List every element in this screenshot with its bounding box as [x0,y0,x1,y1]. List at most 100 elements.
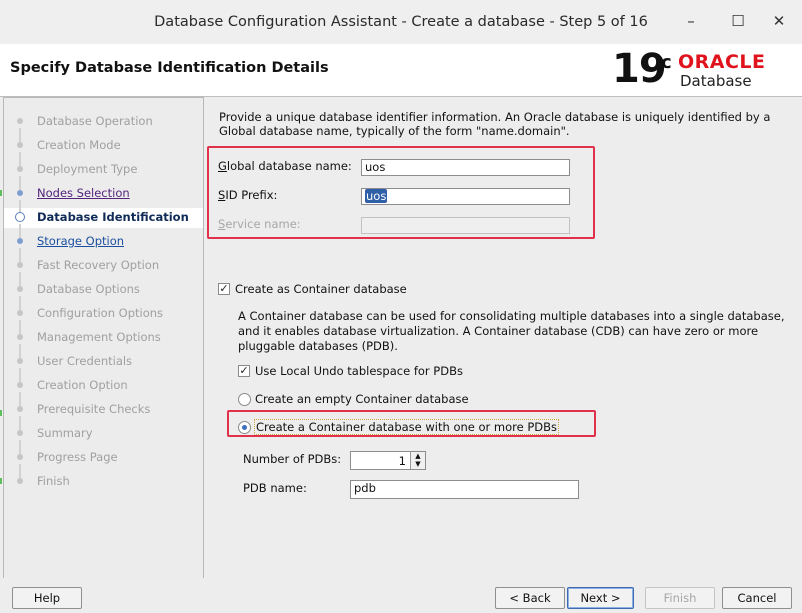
sidebar-step-label: Database Identification [37,210,189,224]
num-pdbs-label: Number of PDBs: [243,452,342,466]
close-icon[interactable]: ✕ [766,8,792,34]
sidebar-step-label: Management Options [37,330,161,344]
steps-sidebar: Database Operation Creation Mode Deploymen… [3,97,204,580]
step-connector [19,176,21,190]
step-connector [19,392,21,406]
spinner-down-icon[interactable]: ▼ [411,460,425,468]
sidebar-step-nodes-selection[interactable]: Nodes Selection [4,176,203,204]
cancel-button[interactable]: Cancel [722,587,792,609]
help-button[interactable]: Help [12,587,82,609]
local-undo-label: Use Local Undo tablespace for PDBs [255,364,463,378]
sidebar-step-label: Fast Recovery Option [37,258,160,272]
sidebar-step-label: Database Operation [37,114,153,128]
sidebar-step-label: Configuration Options [37,306,164,320]
step-indicator-icon [17,454,23,460]
step-indicator-icon [15,212,25,222]
back-button-label: < Back [509,591,551,605]
empty-cdb-radio[interactable] [238,393,251,406]
sidebar-step-label: Creation Mode [37,138,121,152]
step-connector [19,344,21,358]
sidebar-step-progress-page: Progress Page [4,440,203,468]
pdb-name-input[interactable]: pdb [350,480,579,499]
sid-prefix-label: SID Prefix: [218,188,277,202]
step-connector [19,440,21,454]
spinner-up-icon[interactable]: ▲ [411,452,425,460]
step-indicator-icon [17,382,23,388]
with-pdbs-radio[interactable] [238,421,251,434]
global-db-name-label: Global database name: [218,159,352,173]
sid-label-text: ID Prefix: [225,188,278,202]
next-button[interactable]: Next > [567,587,634,609]
edge-marker [0,478,2,484]
step-connector [19,464,21,478]
sidebar-step-fast-recovery-option: Fast Recovery Option [4,248,203,276]
step-connector [19,152,21,166]
oracle-wordmark: ORACLE [678,51,766,73]
brand-version: 19 [612,46,667,92]
sid-prefix-input[interactable]: uos [361,188,570,205]
container-db-checkbox[interactable]: ✓ [218,283,230,295]
step-indicator-icon [17,310,23,316]
step-connector [19,416,21,430]
sidebar-step-finish: Finish [4,464,203,492]
brand-version-suffix: c [661,52,672,73]
num-pdbs-value: 1 [398,454,406,468]
back-button[interactable]: < Back [495,587,565,609]
local-undo-checkbox[interactable]: ✓ [238,365,250,377]
step-connector [19,368,21,382]
next-button-label: Next > [580,591,621,605]
global-db-name-input[interactable]: uos [361,159,570,176]
finish-button: Finish [645,587,715,609]
spinner-arrows[interactable]: ▲ ▼ [410,452,425,469]
finish-button-label: Finish [663,591,697,605]
step-indicator-icon [17,406,23,412]
sidebar-step-label: Deployment Type [37,162,138,176]
step-indicator-icon [17,334,23,340]
sidebar-step-label: Finish [37,474,70,488]
edge-marker [0,410,2,416]
description-text: Provide a unique database identifier inf… [219,110,771,138]
sidebar-step-label: Creation Option [37,378,128,392]
help-button-label: Help [33,591,61,605]
sidebar-step-summary: Summary [4,416,203,444]
container-description: A Container database can be used for con… [238,309,785,353]
sidebar-step-database-options: Database Options [4,272,203,300]
with-pdbs-label: Create a Container database with one or … [254,419,560,435]
cancel-button-label: Cancel [737,591,777,605]
step-indicator-icon [17,262,23,268]
step-connector [19,224,21,238]
service-name-label: Service name: [218,217,301,231]
num-pdbs-spinner[interactable]: 1 ▲ ▼ [350,451,426,470]
edge-marker [0,190,2,196]
step-indicator-icon [17,286,23,292]
step-indicator-icon [17,142,23,148]
sidebar-step-database-operation: Database Operation [4,112,203,132]
step-indicator-icon [17,478,23,484]
container-db-label: Create as Container database [235,282,407,296]
sidebar-step-management-options: Management Options [4,320,203,348]
step-connector [19,128,21,142]
step-connector [19,296,21,310]
maximize-icon[interactable]: ☐ [725,8,751,34]
pdb-name-label: PDB name: [243,481,307,495]
service-name-input [361,217,570,234]
step-connector [19,272,21,286]
sidebar-step-label: Storage Option [37,234,125,248]
sidebar-step-prerequisite-checks: Prerequisite Checks [4,392,203,420]
step-connector [19,248,21,262]
sidebar-step-configuration-options: Configuration Options [4,296,203,324]
brand-product: Database [680,72,752,90]
sidebar-step-deployment-type: Deployment Type [4,152,203,180]
step-indicator-icon [17,238,23,244]
sidebar-step-label: User Credentials [37,354,133,368]
sidebar-step-label: Database Options [37,282,140,296]
step-indicator-icon [17,118,23,124]
sidebar-step-creation-option: Creation Option [4,368,203,396]
sidebar-step-user-credentials: User Credentials [4,344,203,372]
step-indicator-icon [17,190,23,196]
sidebar-step-creation-mode: Creation Mode [4,128,203,156]
window-titlebar: Database Configuration Assistant - Creat… [0,0,802,44]
sidebar-step-label: Prerequisite Checks [37,402,151,416]
minimize-icon[interactable]: – [678,8,704,34]
sidebar-step-storage-option[interactable]: Storage Option [4,224,203,252]
